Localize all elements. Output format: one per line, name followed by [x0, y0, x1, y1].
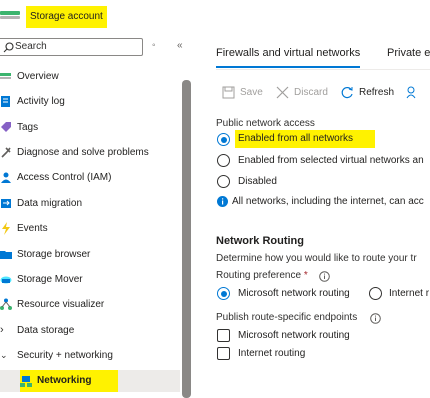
publish-endpoints-label: Publish route-specific endpoints [216, 312, 358, 323]
checkbox-label-microsoft: Microsoft network routing [238, 330, 350, 341]
public-access-label: Public network access [216, 118, 315, 129]
sidebar-item-overview[interactable]: Overview [0, 66, 180, 88]
scrollbar-thumb[interactable] [182, 80, 191, 398]
option-enabled-selected: Enabled from selected virtual networks a… [238, 155, 424, 166]
tab-firewalls[interactable]: Firewalls and virtual networks [216, 46, 361, 68]
routing-heading: Network Routing [216, 235, 304, 247]
tag-icon [1, 122, 11, 132]
save-icon [222, 86, 235, 99]
sidebar-item-iam[interactable]: Access Control (IAM) [0, 167, 180, 189]
main-content: Firewalls and virtual networks Private e… [196, 34, 430, 398]
sidebar-item-events[interactable]: Events [0, 218, 180, 240]
search-icon [3, 42, 14, 53]
sidebar-item-storage-browser[interactable]: Storage browser [0, 244, 180, 266]
sidebar-item-resource-visualizer[interactable]: Resource visualizer [0, 294, 180, 316]
sidebar-item-tags[interactable]: Tags [0, 117, 180, 139]
radio-enabled-all[interactable] [217, 133, 230, 146]
collapse-icon[interactable]: « [177, 40, 183, 52]
networking-icon [20, 376, 32, 387]
tab-divider [216, 69, 430, 70]
chevron-right-icon: › [0, 324, 4, 336]
info-icon [217, 196, 228, 207]
tab-private-endpoints[interactable]: Private e [387, 46, 430, 60]
checkbox-label-internet: Internet routing [238, 348, 306, 359]
radio-microsoft-routing[interactable] [217, 287, 230, 300]
checkbox-microsoft-routing[interactable] [217, 329, 230, 342]
radio-enabled-selected[interactable] [217, 154, 230, 167]
lightning-icon [2, 222, 10, 235]
option-disabled: Disabled [238, 176, 277, 187]
routing-preference-label: Routing preference * [216, 270, 308, 281]
info-outline-icon [370, 313, 381, 324]
close-icon [276, 86, 289, 99]
feedback-icon [406, 86, 416, 99]
sidebar-item-activity-log[interactable]: Activity log [0, 91, 180, 113]
checkbox-internet-routing[interactable] [217, 347, 230, 360]
wrench-icon [1, 147, 11, 158]
overview-icon [0, 73, 11, 79]
network-icon [0, 298, 12, 310]
refresh-icon [341, 86, 353, 99]
search-placeholder: Search [15, 41, 47, 52]
header: Storage account [0, 0, 430, 34]
public-access-info: All networks, including the internet, ca… [232, 196, 424, 207]
radio-internet-routing[interactable] [369, 287, 382, 300]
option-enabled-all: Enabled from all networks [235, 130, 375, 148]
sidebar-item-data-storage[interactable]: › Data storage [0, 320, 180, 342]
option-microsoft-routing: Microsoft network routing [238, 288, 350, 299]
sidebar-item-networking[interactable]: Networking [0, 370, 180, 392]
sidebar-scrollbar[interactable] [182, 80, 191, 398]
option-internet-routing: Internet r [389, 288, 430, 299]
radio-disabled[interactable] [217, 175, 230, 188]
chevron-down-icon: ⌄ [0, 350, 8, 360]
page-title: Storage account [26, 6, 107, 28]
toolbar: Save Discard Refresh [216, 84, 430, 102]
sidebar-item-data-migration[interactable]: Data migration [0, 193, 180, 215]
people-icon [1, 172, 11, 183]
cloud-icon [0, 276, 12, 284]
search-input[interactable]: Search [0, 38, 143, 56]
info-outline-icon [319, 271, 330, 282]
storage-account-icon [0, 11, 20, 19]
routing-description: Determine how you would like to route yo… [216, 253, 417, 264]
activity-log-icon [1, 96, 10, 107]
options-icon[interactable]: ◦ [152, 40, 156, 52]
folder-icon [0, 251, 12, 259]
sidebar-item-diagnose[interactable]: Diagnose and solve problems [0, 142, 180, 164]
sidebar-item-security-networking[interactable]: ⌄ Security + networking [0, 345, 180, 367]
sidebar: Search ◦ « Overview Activity log Tags Di… [0, 34, 196, 398]
sidebar-item-storage-mover[interactable]: Storage Mover [0, 269, 180, 291]
data-migration-icon [1, 199, 11, 208]
